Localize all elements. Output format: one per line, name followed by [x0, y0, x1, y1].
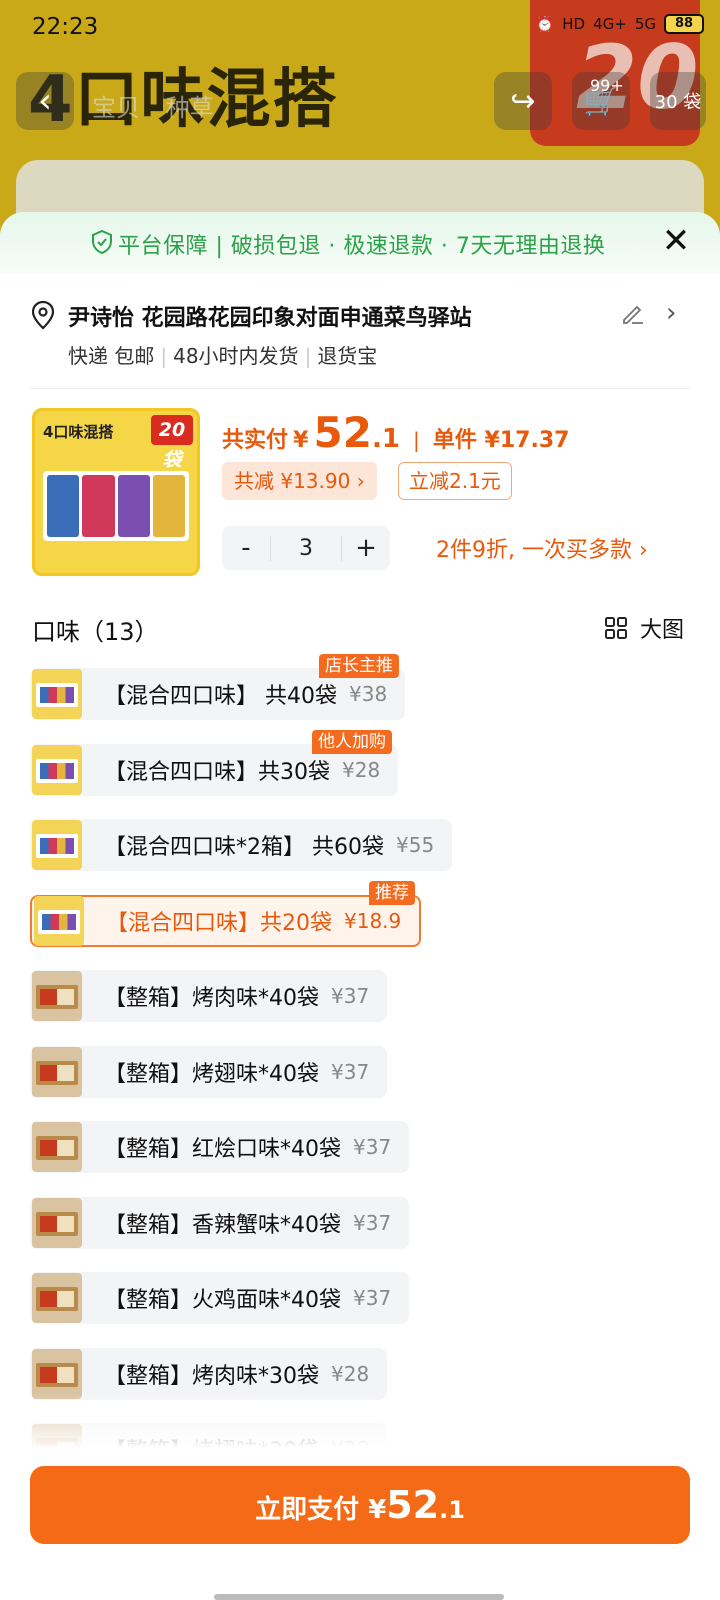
service-return: 退货宝 — [317, 344, 378, 368]
home-indicator — [214, 1594, 504, 1600]
guarantee-banner: 平台保障 | 破损包退 · 极速退款 · 7天无理由退换 ✕ — [0, 212, 720, 274]
multi-buy-promo-link[interactable]: 2件9折, 一次买多款 › — [436, 532, 648, 564]
pay-footer: 立即支付 ¥52.1 — [0, 1448, 720, 1600]
quantity-value[interactable]: 3 — [270, 535, 342, 561]
flavor-option[interactable]: 【整箱】香辣蟹味*40袋 ¥37 — [30, 1196, 410, 1249]
option-price: ¥37 — [331, 984, 370, 1008]
status-bar: 22:23 ⏰ HD 4G+ 5G 88 — [0, 0, 720, 60]
hd-icon: HD — [562, 15, 586, 33]
option-name: 【混合四口味*2箱】 共60袋 — [104, 835, 384, 860]
flavor-option[interactable]: 【整箱】火鸡面味*40袋 ¥37 — [30, 1272, 410, 1324]
option-name: 【混合四口味】共20袋 — [106, 910, 332, 936]
option-thumbnail — [32, 1046, 82, 1097]
instant-discount-chip: 立减2.1元 — [398, 462, 512, 500]
option-thumbnail — [32, 669, 82, 719]
location-pin-icon — [31, 300, 55, 330]
option-price: ¥37 — [353, 1286, 392, 1310]
chevron-right-icon[interactable]: › — [666, 298, 676, 328]
flavor-option[interactable]: 【混合四口味】共20袋 ¥18.9 — [30, 894, 422, 947]
option-name: 【混合四口味】共30袋 — [104, 759, 330, 785]
flavor-section-title: 口味（13） — [32, 618, 159, 646]
divider — [30, 388, 690, 389]
battery-icon: 88 — [664, 14, 704, 34]
pay-now-button[interactable]: 立即支付 ¥52.1 — [30, 1466, 690, 1544]
pay-amount-int: 52 — [386, 1483, 440, 1527]
total-label: 共实付 — [222, 428, 289, 453]
delivery-services: 快递 包邮 | 48小时内发货 | 退货宝 — [68, 344, 378, 368]
option-tag: 店长主推 — [319, 654, 399, 678]
status-icons: ⏰ HD 4G+ 5G 88 — [536, 14, 704, 34]
list-fade — [0, 1392, 720, 1448]
pay-amount-dec: .1 — [439, 1496, 465, 1524]
tab-seeding[interactable]: 种草 — [166, 94, 214, 122]
page-tabs: 宝贝 种草 — [92, 88, 232, 123]
thumb-bags — [43, 471, 189, 541]
decrease-button[interactable]: - — [222, 533, 270, 563]
option-name: 【混合四口味】 共40袋 — [104, 684, 337, 709]
pay-label: 立即支付 ¥ — [255, 1495, 387, 1525]
option-name: 【整箱】烤肉味*40袋 — [104, 986, 319, 1011]
share-icon: ↪ — [510, 83, 536, 119]
option-price: ¥28 — [331, 1361, 370, 1386]
sku-selector-sheet: 平台保障 | 破损包退 · 极速退款 · 7天无理由退换 ✕ 尹诗怡 花园路花园… — [0, 212, 720, 1600]
option-name: 【整箱】香辣蟹味*40袋 — [104, 1212, 341, 1238]
guarantee-text: 平台保障 | 破损包退 · 极速退款 · 7天无理由退换 — [118, 234, 606, 259]
tab-item[interactable]: 宝贝 — [92, 94, 140, 122]
address-name: 尹诗怡 花园路花园印象对面申通菜鸟驿站 — [68, 306, 472, 331]
option-thumbnail — [32, 820, 82, 870]
option-price: ¥55 — [396, 833, 435, 857]
thumb-label: 4口味混搭 — [43, 423, 114, 441]
total-price-dec: .1 — [371, 424, 400, 454]
price-line: 共实付 ¥ 52.1 | 单件 ¥17.37 — [222, 408, 570, 457]
address-row[interactable]: 尹诗怡 花园路花园印象对面申通菜鸟驿站 快递 包邮 | 48小时内发货 | 退货宝 › — [30, 296, 690, 376]
option-price: ¥37 — [331, 1059, 370, 1084]
flavor-option[interactable]: 【混合四口味*2箱】 共60袋 ¥55 — [30, 819, 453, 871]
increase-button[interactable]: + — [342, 533, 390, 563]
option-price: ¥37 — [353, 1210, 392, 1235]
alarm-icon: ⏰ — [535, 15, 555, 33]
grid-view-icon[interactable] — [604, 616, 628, 640]
option-price: ¥37 — [353, 1135, 392, 1159]
signal-5g-icon: 5G — [634, 15, 656, 33]
option-name: 【整箱】红烩口味*40袋 — [104, 1137, 341, 1162]
service-dispatch: 48小时内发货 — [173, 344, 299, 368]
option-name: 【整箱】烤翅味*40袋 — [104, 1061, 319, 1087]
total-price-int: 52 — [313, 408, 372, 457]
option-thumbnail — [32, 1197, 82, 1248]
option-thumbnail — [32, 971, 82, 1021]
option-thumbnail — [32, 1273, 82, 1323]
option-tag: 推荐 — [369, 880, 415, 905]
option-thumbnail — [32, 744, 82, 795]
currency-symbol: ¥ — [293, 428, 309, 453]
option-tag: 他人加购 — [312, 729, 392, 754]
discount-chip[interactable]: 共减 ¥13.90 › — [222, 462, 377, 500]
unit-price: 单件 ¥17.37 — [432, 428, 570, 453]
option-price: ¥18.9 — [344, 908, 402, 933]
option-thumbnail — [32, 1348, 82, 1399]
back-arrow-icon: ‹ — [38, 81, 52, 121]
thumb-badge: 20袋 — [151, 415, 193, 471]
close-button[interactable]: ✕ — [660, 224, 692, 258]
option-thumbnail — [32, 1122, 82, 1172]
back-button[interactable]: ‹ — [16, 72, 74, 130]
status-time: 22:23 — [32, 14, 99, 40]
flavor-option[interactable]: 【整箱】烤翅味*40袋 ¥37 — [30, 1045, 388, 1098]
option-price: ¥28 — [342, 757, 381, 782]
close-icon: ✕ — [661, 221, 691, 261]
more-button[interactable]: 30 袋 — [650, 72, 706, 130]
signal-4g-icon: 4G+ — [593, 15, 627, 33]
product-thumbnail[interactable]: 4口味混搭 20袋 — [32, 408, 200, 576]
option-name: 【整箱】烤肉味*30袋 — [104, 1363, 319, 1389]
service-shipping: 快递 包邮 — [68, 344, 155, 368]
cart-badge: 99+ — [590, 76, 624, 95]
option-thumbnail — [34, 895, 84, 946]
flavor-option[interactable]: 【整箱】烤肉味*40袋 ¥37 — [30, 970, 388, 1022]
share-button[interactable]: ↪ — [494, 72, 552, 130]
option-name: 【整箱】火鸡面味*40袋 — [104, 1288, 341, 1313]
option-price: ¥38 — [349, 682, 388, 706]
edit-icon[interactable] — [620, 300, 646, 326]
flavor-option[interactable]: 【整箱】红烩口味*40袋 ¥37 — [30, 1121, 410, 1173]
large-view-toggle[interactable]: 大图 — [640, 612, 684, 644]
quantity-stepper: - 3 + — [222, 526, 390, 570]
